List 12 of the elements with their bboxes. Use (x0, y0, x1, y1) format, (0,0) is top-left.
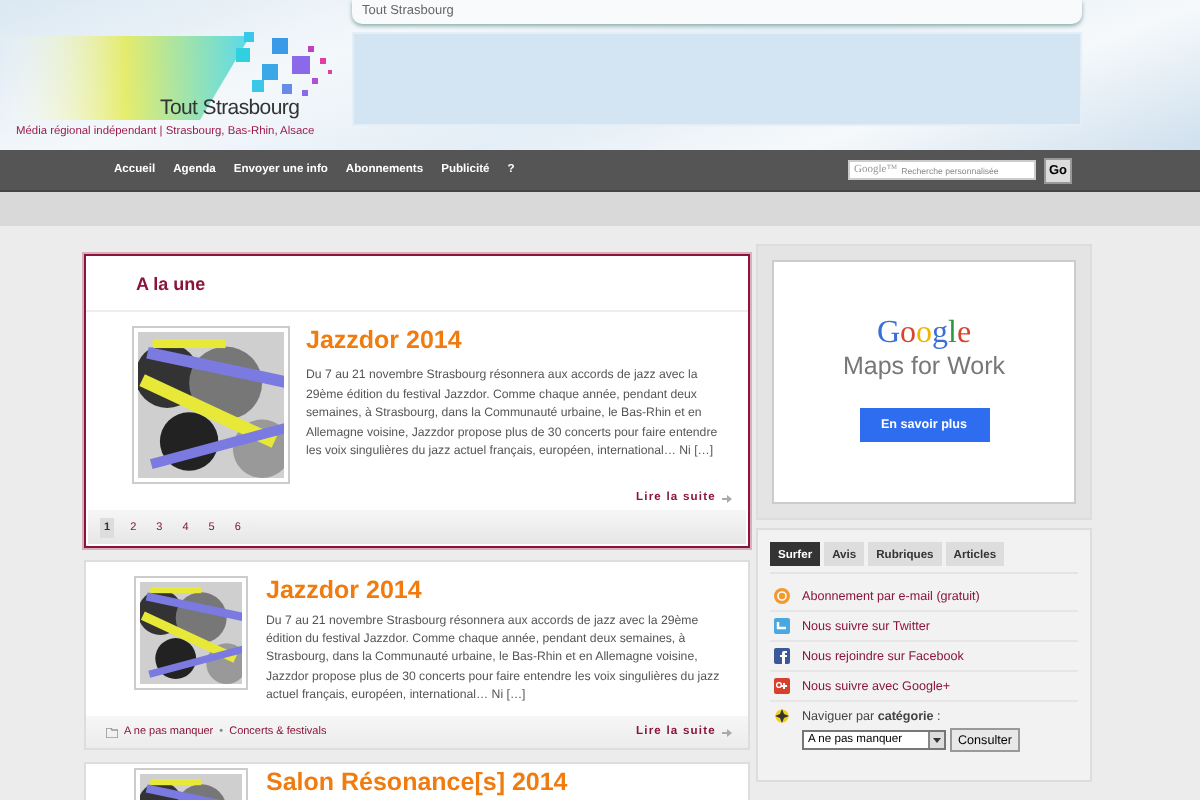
arrow-icon (722, 727, 732, 738)
arrow-icon (722, 493, 732, 503)
google-plus-icon (774, 678, 790, 694)
google-logo: Google (876, 318, 972, 350)
star-icon (774, 708, 790, 724)
rss-icon (774, 588, 790, 604)
caret-icon (928, 732, 944, 748)
site-name: Tout Strasbourg (160, 96, 300, 120)
ad-product: Maps for Work (842, 352, 1006, 380)
folder-icon (106, 727, 118, 738)
section-heading: A la une (86, 256, 748, 312)
facebook-icon (774, 648, 790, 664)
